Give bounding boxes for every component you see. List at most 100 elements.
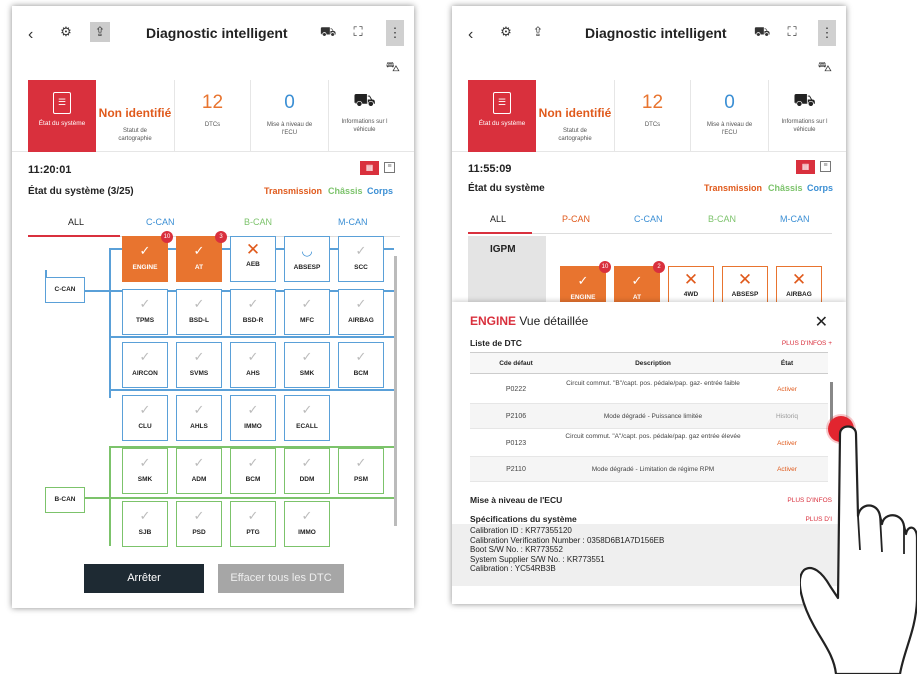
export-icon[interactable]: ⇪	[528, 22, 548, 42]
tab-m-can[interactable]: M-CAN	[338, 217, 368, 227]
ecu-node-immo-bcan[interactable]: ✓ IMMO	[284, 501, 330, 547]
bus-c-can[interactable]: C-CAN	[45, 277, 85, 303]
tab-b-can[interactable]: B-CAN	[708, 214, 736, 224]
ecu-name: AIRBAG	[786, 291, 812, 298]
tab-all[interactable]: ALL	[68, 217, 84, 227]
ecu-node-ahls[interactable]: ✓ AHLS	[176, 395, 222, 441]
ecu-name: MFC	[299, 317, 315, 324]
ecu-upgrade-heading: Mise à niveau de l'ECU	[470, 495, 563, 505]
more-options-icon[interactable]: ⋮	[386, 20, 404, 46]
ecu-node-immo[interactable]: ✓ IMMO	[230, 395, 276, 441]
table-row[interactable]: P0123 Circuit commut. "A"/capt. pos. péd…	[470, 429, 828, 457]
ecu-node-at[interactable]: 3 ✓ AT	[176, 231, 227, 282]
dtc-count-tile[interactable]: 12 DTCs	[614, 80, 690, 152]
ecu-node-psm[interactable]: ✓ PSM	[338, 448, 384, 494]
category-transmission[interactable]: Transmission	[264, 186, 322, 196]
vehicle-info-tile[interactable]: ⛟ Informations sur l véhicule	[768, 80, 840, 152]
check-icon: ✓	[355, 243, 367, 258]
ecu-node-bsd-r[interactable]: ✓ BSD-R	[230, 289, 276, 335]
ecu-node-bcm-bcan[interactable]: ✓ BCM	[230, 448, 276, 494]
ecu-node-svms[interactable]: ✓ SVMS	[176, 342, 222, 388]
check-icon: ✓	[193, 455, 205, 470]
table-row[interactable]: P2110 Mode dégradé - Limitation de régim…	[470, 457, 828, 482]
ecu-node-ecall[interactable]: ✓ ECALL	[284, 395, 330, 441]
ecu-node-bcm[interactable]: ✓ BCM	[338, 342, 384, 388]
more-info-link[interactable]: PLUS D'INFOS +	[782, 340, 832, 347]
ecu-update-tile[interactable]: 0 Mise à niveau de l'ECU	[690, 80, 768, 152]
scan-vehicle-icon[interactable]: ⛟	[752, 22, 772, 42]
tab-m-can[interactable]: M-CAN	[780, 214, 810, 224]
ecu-node-psd[interactable]: ✓ PSD	[176, 501, 222, 547]
spec-supplier-sw: System Supplier S/W No. : KR773551	[470, 554, 605, 564]
back-icon[interactable]: ‹	[468, 26, 473, 44]
ecu-node-smk-bcan[interactable]: ✓ SMK	[122, 448, 168, 494]
ecu-node-smk[interactable]: ✓ SMK	[284, 342, 330, 388]
panel-module-name: ENGINE	[470, 314, 517, 328]
system-state-tile[interactable]: ☰ État du système	[28, 80, 96, 152]
stop-button[interactable]: Arrêter	[84, 564, 204, 593]
scrollbar[interactable]	[394, 256, 397, 526]
tab-p-can[interactable]: P-CAN	[562, 214, 590, 224]
close-icon[interactable]: ✕	[815, 312, 828, 332]
tab-b-can[interactable]: B-CAN	[244, 217, 272, 227]
vehicle-icon[interactable]: ⛍	[386, 58, 400, 77]
fullscreen-icon[interactable]: ⛶	[782, 22, 802, 42]
mapping-status-tile[interactable]: Non identifié Statut de cartographie	[96, 80, 174, 152]
clear-all-dtc-button[interactable]: Effacer tous les DTC	[218, 564, 344, 593]
ecu-node-absesp[interactable]: ◡ ABSESP	[284, 236, 330, 282]
table-row[interactable]: P2106 Mode dégradé - Puissance limitée H…	[470, 404, 828, 429]
scan-time: 11:20:01	[28, 164, 72, 176]
ecu-node-scc[interactable]: ✓ SCC	[338, 236, 384, 282]
ecu-node-bsd-l[interactable]: ✓ BSD-L	[176, 289, 222, 335]
category-corps[interactable]: Corps	[367, 186, 393, 196]
ecu-node-aircon[interactable]: ✓ AIRCON	[122, 342, 168, 388]
ecu-update-count: 0	[284, 92, 295, 113]
ecu-name: AEB	[246, 261, 260, 268]
mapping-status-tile[interactable]: Non identifié Statut de cartographie	[536, 80, 614, 152]
ecu-node-sjb[interactable]: ✓ SJB	[122, 501, 168, 547]
list-view-icon[interactable]: ≡	[820, 161, 831, 172]
ecu-node-clu[interactable]: ✓ CLU	[122, 395, 168, 441]
ecu-node-ptg[interactable]: ✓ PTG	[230, 501, 276, 547]
ecu-node-mfc[interactable]: ✓ MFC	[284, 289, 330, 335]
diagnostic-icon[interactable]: ⚙	[496, 22, 516, 42]
ecu-node-ddm[interactable]: ✓ DDM	[284, 448, 330, 494]
ecu-node-ahs[interactable]: ✓ AHS	[230, 342, 276, 388]
tab-c-can[interactable]: C-CAN	[146, 217, 175, 227]
back-icon[interactable]: ‹	[28, 26, 33, 44]
category-transmission[interactable]: Transmission	[704, 183, 762, 193]
dtc-code: P0222	[505, 386, 527, 393]
ecu-node-engine[interactable]: 10 ✓ ENGINE	[122, 231, 173, 282]
ecu-node-tpms[interactable]: ✓ TPMS	[122, 289, 168, 335]
vehicle-icon[interactable]: ⛍	[818, 58, 832, 77]
active-tab-underline	[468, 232, 532, 234]
tab-c-can[interactable]: C-CAN	[634, 214, 663, 224]
ecu-node-adm[interactable]: ✓ ADM	[176, 448, 222, 494]
category-corps[interactable]: Corps	[807, 183, 833, 193]
more-options-icon[interactable]: ⋮	[818, 20, 836, 46]
scan-vehicle-icon[interactable]: ⛟	[318, 22, 338, 42]
table-row[interactable]: P0222 Circuit commut. "B"/capt. pos. péd…	[470, 374, 828, 404]
topology-view-icon[interactable]: ▦	[360, 161, 379, 175]
ecu-name: ABSESP	[731, 291, 759, 298]
diagnostic-icon[interactable]: ⚙	[56, 22, 76, 42]
ecu-node-airbag[interactable]: ✓ AIRBAG	[338, 289, 384, 335]
export-icon[interactable]: ⇪	[90, 22, 110, 42]
category-chassis[interactable]: Châssis	[328, 186, 363, 196]
app-title: Diagnostic intelligent	[585, 25, 727, 41]
ecu-node-aeb[interactable]: ✕ AEB	[230, 236, 276, 282]
summary-bar: ☰ État du système Non identifié Statut d…	[12, 80, 414, 152]
list-view-icon[interactable]: ≡	[384, 162, 395, 173]
category-chassis[interactable]: Châssis	[768, 183, 803, 193]
topology-view-icon[interactable]: ▦	[796, 160, 815, 174]
ecu-update-tile[interactable]: 0 Mise à niveau de l'ECU	[250, 80, 328, 152]
dtc-count-tile[interactable]: 12 DTCs	[174, 80, 250, 152]
ecu-update-label-1: Mise à niveau de	[706, 122, 753, 128]
check-icon: ✓	[193, 349, 205, 364]
igpm-group[interactable]: IGPM	[468, 236, 546, 302]
system-state-tile[interactable]: ☰ État du système	[468, 80, 536, 152]
vehicle-info-tile[interactable]: ⛟ Informations sur l véhicule	[328, 80, 400, 152]
fullscreen-icon[interactable]: ⛶	[348, 22, 368, 42]
tab-all[interactable]: ALL	[490, 214, 506, 224]
bus-b-can[interactable]: B-CAN	[45, 487, 85, 513]
